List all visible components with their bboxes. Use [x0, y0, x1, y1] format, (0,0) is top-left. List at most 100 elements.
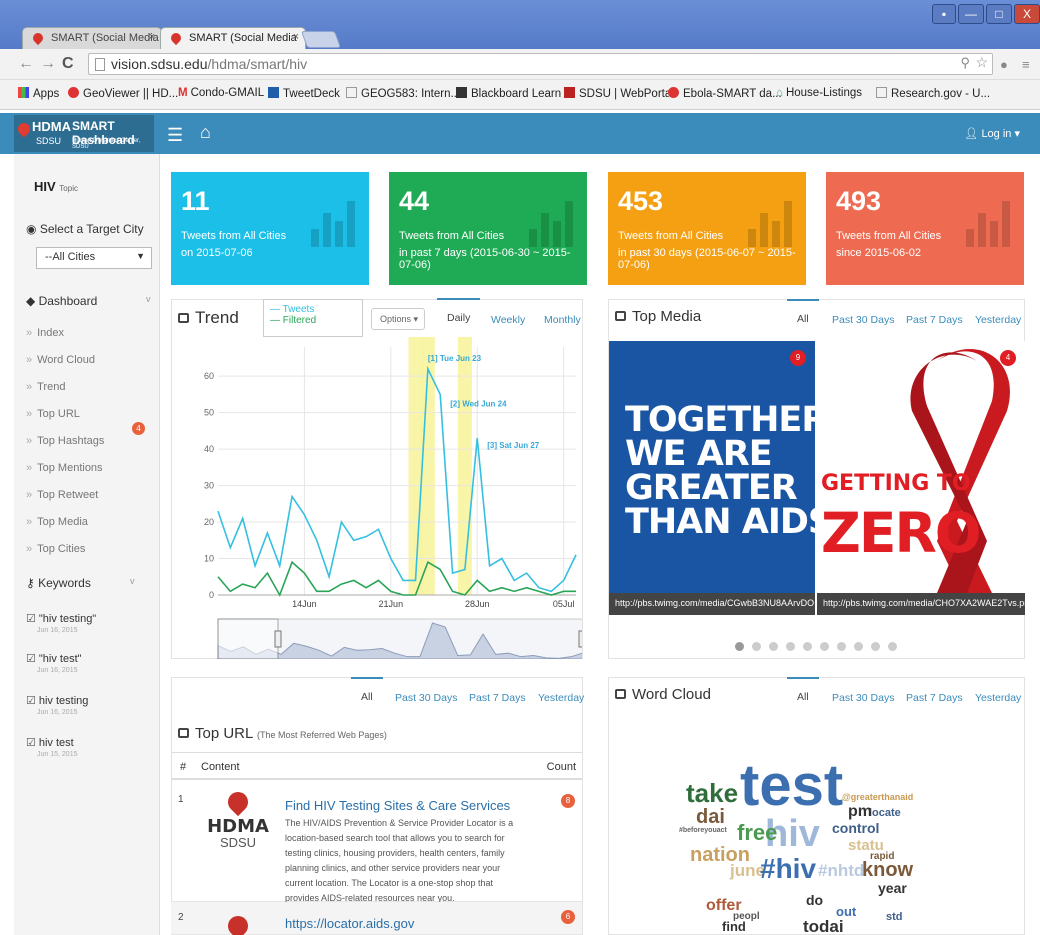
legend-tweets[interactable]: — Tweets	[270, 304, 356, 315]
checkbox-icon[interactable]: ☑	[26, 653, 36, 665]
url-field[interactable]: vision.sdsu.edu/hdma/smart/hiv ⚲ ☆	[88, 53, 993, 75]
carousel-dot[interactable]	[820, 642, 829, 651]
keyword-item[interactable]: ☑ "hiv testing" Jun 16, 2015	[26, 612, 96, 634]
wc-tab-yesterday[interactable]: Yesterday	[975, 692, 1021, 704]
carousel-dot[interactable]	[752, 642, 761, 651]
word-cloud-word[interactable]: @greaterthanaid	[842, 793, 913, 802]
reload-icon[interactable]: C	[62, 55, 74, 73]
word-cloud-word[interactable]: rapid	[870, 852, 894, 862]
sidebar-item-index[interactable]: » Index	[26, 327, 64, 339]
tab-monthly[interactable]: Monthly	[544, 314, 581, 326]
home-icon[interactable]: ⌂	[200, 122, 211, 143]
word-cloud-word[interactable]: #hiv	[760, 855, 816, 883]
word-cloud-word[interactable]: pm	[848, 804, 872, 820]
city-select[interactable]: --All Cities ▼	[36, 247, 152, 269]
url-title-link[interactable]: Find HIV Testing Sites & Care Services	[285, 798, 510, 813]
sidebar-item-top-mentions[interactable]: » Top Mentions	[26, 462, 103, 474]
checkbox-icon[interactable]: ☑	[26, 695, 36, 707]
media-tab-30-days[interactable]: Past 30 Days	[832, 314, 894, 326]
bookmark-blackboard[interactable]: Blackboard Learn	[456, 87, 561, 100]
sidebar-item-top-retweet[interactable]: » Top Retweet	[26, 489, 98, 501]
media-tab-yesterday[interactable]: Yesterday	[975, 314, 1021, 326]
url-tab-yesterday[interactable]: Yesterday	[538, 692, 584, 704]
bookmark-condo-gmail[interactable]: M Condo-GMAIL	[178, 87, 264, 99]
close-icon[interactable]: ×	[293, 31, 299, 43]
extension-icon[interactable]: ●	[1000, 57, 1008, 72]
trend-chart[interactable]: 0 10 20 30 40 50 60 14Jun 21Jun 28Jun 05Jul [1] Tue…	[172, 337, 582, 659]
word-cloud-word[interactable]: year	[878, 881, 907, 895]
app-logo[interactable]: HDMA SDSU SMART Dashboard Human Dynamics…	[14, 115, 154, 152]
sidebar-item-top-cities[interactable]: » Top Cities	[26, 543, 85, 555]
word-cloud-word[interactable]: take	[686, 780, 738, 806]
media-caption-2[interactable]: http://pbs.twimg.com/media/CHO7XA2WAE2Tv…	[817, 593, 1025, 615]
carousel-dot[interactable]	[854, 642, 863, 651]
tab-weekly[interactable]: Weekly	[491, 314, 525, 326]
forward-icon[interactable]: →	[40, 55, 56, 73]
bookmark-research-gov[interactable]: Research.gov - U...	[876, 87, 990, 100]
close-icon[interactable]: ×	[149, 31, 155, 43]
bookmark-ebola-smart[interactable]: Ebola-SMART da...	[668, 87, 782, 100]
sidebar-item-top-url[interactable]: » Top URL	[26, 408, 80, 420]
url-tab-7-days[interactable]: Past 7 Days	[469, 692, 526, 704]
carousel-dot[interactable]	[888, 642, 897, 651]
tab-daily[interactable]: Daily	[437, 298, 481, 324]
word-cloud-word[interactable]: know	[862, 860, 913, 880]
url-title-link[interactable]: https://locator.aids.gov	[285, 916, 414, 931]
column-header-count[interactable]: Count	[547, 761, 576, 773]
carousel-dot[interactable]	[786, 642, 795, 651]
profile-icon[interactable]: ▪	[932, 4, 956, 24]
bookmark-apps[interactable]: Apps	[18, 87, 59, 100]
sidebar-item-trend[interactable]: » Trend	[26, 381, 65, 393]
wc-tab-30-days[interactable]: Past 30 Days	[832, 692, 894, 704]
media-tab-all[interactable]: All	[787, 299, 819, 325]
back-icon[interactable]: ←	[18, 55, 34, 73]
word-cloud-word[interactable]: #beforeyouact	[679, 827, 727, 834]
media-tab-7-days[interactable]: Past 7 Days	[906, 314, 963, 326]
word-cloud-word[interactable]: free	[737, 822, 777, 844]
carousel-dot[interactable]	[837, 642, 846, 651]
bookmark-tweetdeck[interactable]: TweetDeck	[268, 87, 340, 100]
sidebar-item-word-cloud[interactable]: » Word Cloud	[26, 354, 95, 366]
table-row[interactable]: 1 HDMA SDSU Find HIV Testing Sites & Car…	[171, 782, 582, 903]
options-dropdown[interactable]: Options ▾	[371, 308, 425, 330]
word-cloud-word[interactable]: dai	[696, 807, 725, 827]
url-tab-all[interactable]: All	[351, 677, 383, 703]
dashboard-section[interactable]: ◆ Dashboard v	[26, 294, 151, 308]
wc-tab-7-days[interactable]: Past 7 Days	[906, 692, 963, 704]
bookmark-house-listings[interactable]: ⌂ House-Listings	[776, 87, 862, 99]
keywords-section[interactable]: ⚷ Keywords v	[26, 576, 135, 590]
word-cloud-word[interactable]: out	[836, 905, 856, 918]
word-cloud-word[interactable]: locate	[869, 808, 901, 819]
word-cloud-word[interactable]: todai	[803, 918, 844, 935]
word-cloud-word[interactable]: std	[886, 912, 903, 923]
carousel-dot[interactable]	[871, 642, 880, 651]
checkbox-icon[interactable]: ☑	[26, 737, 36, 749]
star-icon[interactable]: ☆	[975, 54, 988, 71]
keyword-item[interactable]: ☑ hiv test Jun 15, 2015	[26, 736, 77, 758]
carousel-dot[interactable]	[735, 642, 744, 651]
browser-tab-1[interactable]: SMART (Social Media ×	[22, 27, 162, 49]
window-close-button[interactable]: X	[1014, 4, 1040, 24]
bookmark-geog583[interactable]: GEOG583: Intern...	[346, 87, 460, 100]
word-cloud-word[interactable]: control	[832, 821, 879, 835]
url-tab-30-days[interactable]: Past 30 Days	[395, 692, 457, 704]
media-caption-1[interactable]: http://pbs.twimg.com/media/CGwbB3NU8AArv…	[609, 593, 815, 615]
carousel-dot[interactable]	[769, 642, 778, 651]
keyword-item[interactable]: ☑ "hiv test" Jun 16, 2015	[26, 652, 82, 674]
table-row[interactable]: 2 https://locator.aids.gov 6	[171, 902, 582, 935]
menu-icon[interactable]: ≡	[1022, 57, 1030, 72]
minimize-button[interactable]: —	[958, 4, 984, 24]
bookmark-sdsu-webportal[interactable]: SDSU | WebPortal	[564, 87, 674, 100]
media-image-2[interactable]: GETTING TO ZERO	[817, 341, 1025, 593]
checkbox-icon[interactable]: ☑	[26, 613, 36, 625]
word-cloud-word[interactable]: find	[722, 920, 746, 933]
word-cloud-word[interactable]: test	[740, 757, 843, 815]
carousel-dot[interactable]	[803, 642, 812, 651]
legend-filtered[interactable]: — Filtered	[270, 315, 356, 326]
new-tab-button[interactable]	[300, 31, 342, 48]
browser-tab-2[interactable]: SMART (Social Media ×	[160, 27, 306, 49]
media-image-1[interactable]: TOGETHER WE ARE GREATER THAN AIDS.	[609, 341, 845, 593]
maximize-button[interactable]: □	[986, 4, 1012, 24]
keyword-item[interactable]: ☑ hiv testing Jun 16, 2015	[26, 694, 88, 716]
sidebar-item-top-media[interactable]: » Top Media	[26, 516, 88, 528]
